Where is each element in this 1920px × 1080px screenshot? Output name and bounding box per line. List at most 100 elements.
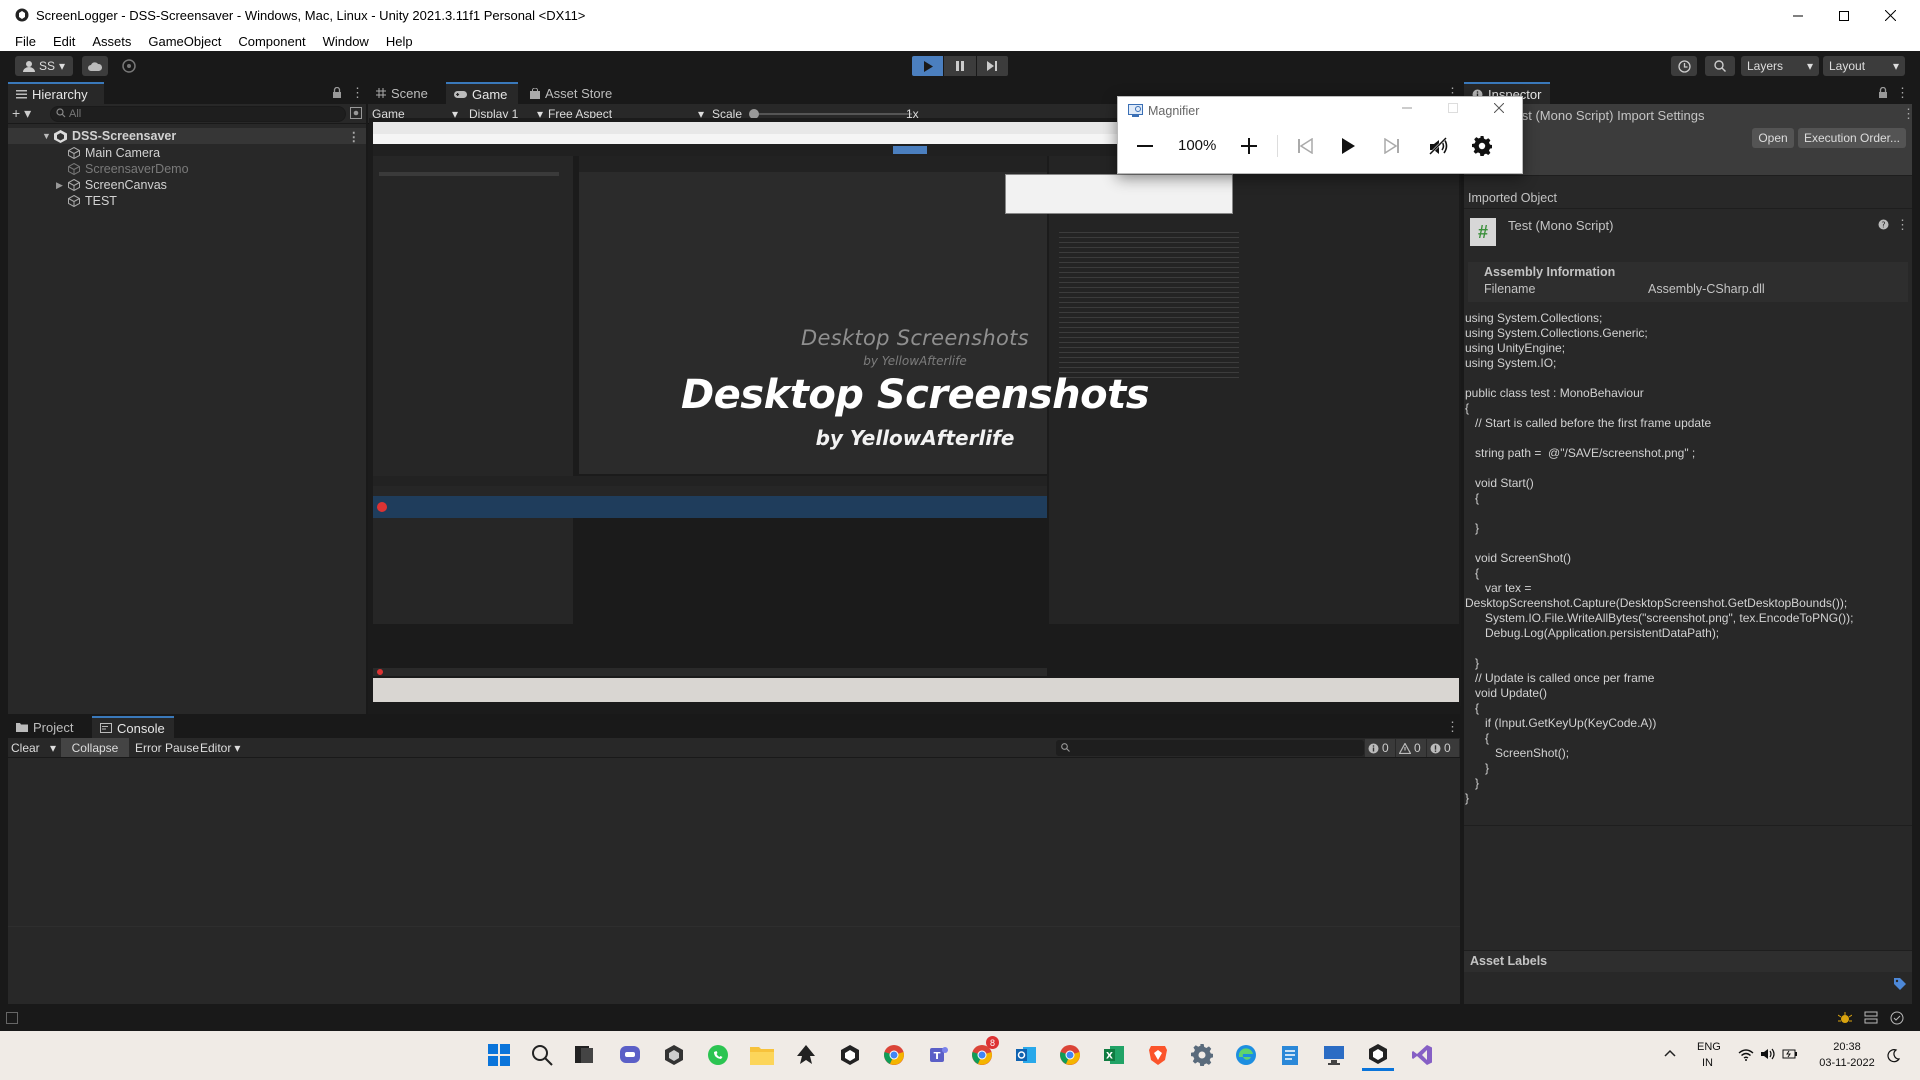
error-count-toggle[interactable]: 0: [1427, 739, 1459, 757]
tab-asset-store[interactable]: Asset Store: [522, 82, 632, 104]
menu-help[interactable]: Help: [377, 34, 421, 49]
cloud-button[interactable]: [82, 56, 108, 76]
teams-icon[interactable]: T: [922, 1039, 954, 1071]
expand-arrow-icon[interactable]: ▶: [56, 180, 63, 191]
scene-more-icon[interactable]: ⋮: [348, 129, 361, 144]
warning-count-toggle[interactable]: 0: [1396, 739, 1426, 757]
search-button[interactable]: [1705, 56, 1735, 76]
object-more-icon[interactable]: ⋮: [1896, 217, 1909, 233]
read-aloud-icon[interactable]: [1428, 136, 1448, 156]
windows-start-icon[interactable]: [483, 1039, 515, 1071]
account-dropdown[interactable]: SS ▾: [15, 56, 73, 76]
magnifier-maximize-button[interactable]: [1448, 103, 1458, 113]
wifi-icon[interactable]: [1738, 1048, 1754, 1061]
history-button[interactable]: [1671, 56, 1697, 76]
file-explorer-icon[interactable]: [746, 1039, 778, 1071]
minimize-button[interactable]: [1775, 0, 1821, 31]
more-menu-icon[interactable]: ⋮: [351, 85, 364, 101]
teams-chat-icon[interactable]: [614, 1039, 646, 1071]
settings-icon[interactable]: [1472, 136, 1492, 156]
tab-console[interactable]: Console: [92, 716, 174, 738]
list-item[interactable]: Main Camera: [68, 145, 160, 161]
zoom-level[interactable]: 100%: [1178, 137, 1216, 154]
more-menu-icon[interactable]: ⋮: [1896, 85, 1909, 101]
unity-hub-icon[interactable]: [658, 1039, 690, 1071]
notepad-icon[interactable]: [1274, 1039, 1306, 1071]
skip-forward-icon[interactable]: [1384, 138, 1400, 154]
magnifier-minimize-button[interactable]: [1402, 103, 1412, 113]
menu-file[interactable]: File: [6, 34, 44, 49]
bug-icon[interactable]: [1838, 1011, 1852, 1025]
info-count-toggle[interactable]: 0: [1365, 739, 1395, 757]
inkscape-icon[interactable]: [790, 1039, 822, 1071]
zoom-out-icon[interactable]: [1136, 137, 1154, 155]
region-label[interactable]: IN: [1702, 1057, 1713, 1069]
list-item[interactable]: TEST: [68, 193, 117, 209]
excel-icon[interactable]: X: [1098, 1039, 1130, 1071]
game-view[interactable]: Desktop Screenshots by YellowAfterlife D…: [369, 118, 1461, 706]
open-button[interactable]: Open: [1752, 128, 1794, 148]
visual-studio-icon[interactable]: [1406, 1039, 1438, 1071]
label-tag-icon[interactable]: [1894, 978, 1906, 990]
battery-icon[interactable]: [1782, 1048, 1798, 1060]
more-menu-icon[interactable]: ⋮: [1446, 719, 1459, 735]
collapse-toggle[interactable]: Collapse: [61, 738, 129, 757]
maximize-button[interactable]: [1821, 0, 1867, 31]
lock-icon[interactable]: [332, 87, 342, 98]
collab-icon[interactable]: [122, 59, 136, 73]
moon-icon[interactable]: [1886, 1049, 1900, 1063]
chrome-alt-profile-icon[interactable]: [1054, 1039, 1086, 1071]
tab-game[interactable]: Game: [446, 82, 518, 104]
expand-arrow-icon[interactable]: ▼: [42, 131, 51, 141]
console-search-input[interactable]: [1056, 740, 1364, 756]
clock-date[interactable]: 03-11-2022: [1814, 1057, 1880, 1069]
clock-time[interactable]: 20:38: [1814, 1041, 1880, 1053]
clear-button[interactable]: Clear: [11, 741, 40, 755]
unity-editor-icon[interactable]: [1362, 1039, 1394, 1071]
error-pause-toggle[interactable]: Error Pause: [129, 741, 199, 755]
step-button[interactable]: [976, 56, 1008, 76]
menu-window[interactable]: Window: [314, 34, 377, 49]
language-label[interactable]: ENG: [1697, 1041, 1721, 1053]
scene-visibility-icon[interactable]: [350, 107, 362, 119]
hierarchy-search-input[interactable]: All: [50, 106, 346, 122]
task-view-icon[interactable]: [568, 1039, 600, 1071]
edge-icon[interactable]: [1230, 1039, 1262, 1071]
chrome-profile-icon[interactable]: 8: [966, 1036, 999, 1071]
layout-dropdown[interactable]: Layout ▾: [1823, 56, 1905, 76]
header-more-icon[interactable]: ⋮: [1902, 106, 1915, 122]
menu-gameobject[interactable]: GameObject: [139, 34, 229, 49]
add-object-button[interactable]: + ▾: [12, 105, 31, 122]
close-button[interactable]: [1867, 0, 1913, 31]
chevron-up-icon[interactable]: [1664, 1049, 1676, 1057]
scene-row[interactable]: ▼ DSS-Screensaver ⋮: [8, 128, 366, 144]
magnifier-close-button[interactable]: [1494, 103, 1504, 113]
tab-scene[interactable]: Scene: [368, 82, 446, 104]
tab-hierarchy[interactable]: Hierarchy: [8, 82, 104, 104]
brave-icon[interactable]: [1142, 1039, 1174, 1071]
list-item[interactable]: ScreensaverDemo: [68, 161, 189, 177]
scale-slider[interactable]: [752, 113, 912, 115]
menu-component[interactable]: Component: [229, 34, 313, 49]
outlook-icon[interactable]: [1010, 1039, 1042, 1071]
whatsapp-icon[interactable]: [702, 1039, 734, 1071]
play-icon[interactable]: [1340, 138, 1356, 154]
play-button[interactable]: [912, 56, 944, 76]
search-icon[interactable]: [526, 1039, 558, 1071]
progress-check-icon[interactable]: [1890, 1011, 1904, 1025]
skip-back-icon[interactable]: [1297, 138, 1313, 154]
remote-desktop-icon[interactable]: [1318, 1039, 1350, 1071]
lock-icon[interactable]: [1878, 87, 1888, 98]
cache-server-icon[interactable]: [1864, 1011, 1878, 1025]
list-item[interactable]: ▶ ScreenCanvas: [56, 177, 167, 193]
editor-dropdown[interactable]: Editor ▾: [200, 741, 240, 755]
clear-dropdown-chevron-icon[interactable]: ▾: [50, 741, 56, 755]
settings-icon[interactable]: [1186, 1039, 1218, 1071]
execution-order-button[interactable]: Execution Order...: [1798, 128, 1906, 148]
tab-project[interactable]: Project: [8, 716, 92, 738]
unity-icon[interactable]: [834, 1039, 866, 1071]
menu-edit[interactable]: Edit: [44, 34, 83, 49]
pause-button[interactable]: [944, 56, 976, 76]
help-icon[interactable]: ?: [1878, 219, 1889, 230]
volume-icon[interactable]: [1760, 1047, 1776, 1061]
